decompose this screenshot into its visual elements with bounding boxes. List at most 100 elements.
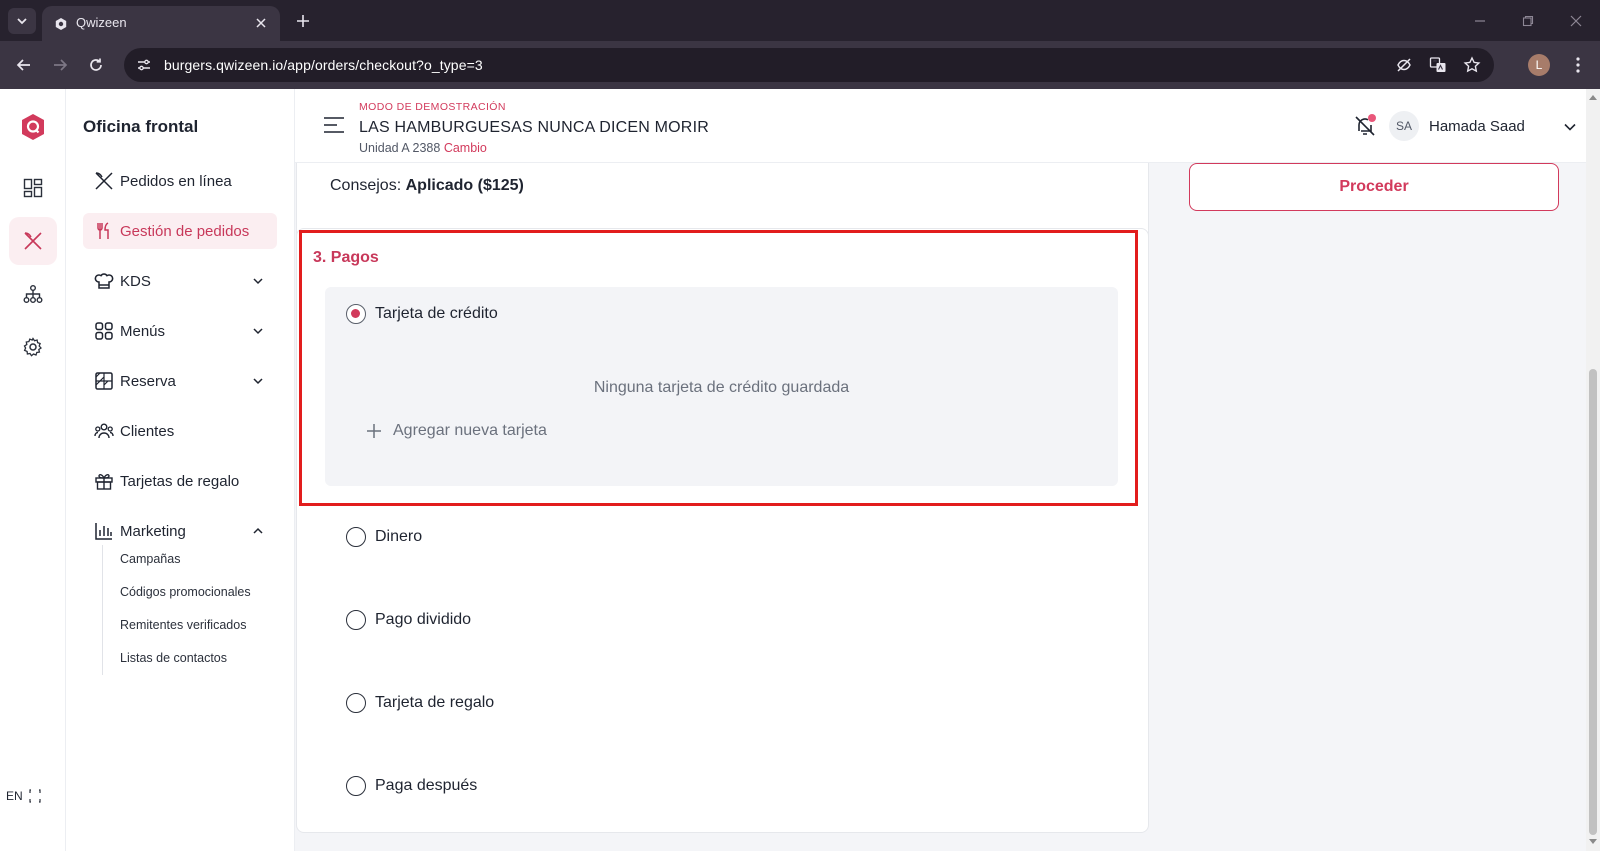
sidebar-item-label: Tarjetas de regalo	[120, 472, 240, 490]
chart-icon	[93, 520, 115, 542]
sidebar-item-order-management[interactable]: Gestión de pedidos	[83, 213, 277, 249]
back-button[interactable]	[12, 53, 36, 77]
chevron-down-icon	[253, 328, 263, 335]
settings-icon	[23, 337, 42, 357]
restore-icon	[1522, 15, 1534, 26]
chevron-up-icon	[253, 527, 263, 534]
notification-badge	[1368, 114, 1376, 122]
payments-highlight-box	[299, 230, 1138, 506]
rail-settings[interactable]	[9, 323, 57, 371]
change-store-link[interactable]: Cambio	[444, 141, 487, 155]
sidebar-subitem-contact-lists[interactable]: Listas de contactos	[120, 651, 227, 665]
grid-icon	[93, 320, 115, 342]
chef-hat-icon	[93, 270, 115, 292]
radio-label-split-payment[interactable]: Pago dividido	[375, 611, 471, 629]
radio-gift-card[interactable]	[346, 693, 366, 713]
page-scrollbar[interactable]	[1586, 89, 1600, 851]
user-name[interactable]: Hamada Saad	[1429, 118, 1525, 135]
sidebar-item-gift-cards[interactable]: Tarjetas de regalo	[83, 463, 277, 499]
language-switcher[interactable]: EN	[6, 789, 41, 803]
radio-split-payment[interactable]	[346, 610, 366, 630]
eye-slash-icon	[1397, 58, 1411, 72]
url-text[interactable]: burgers.qwizeen.io/app/orders/checkout?o…	[164, 57, 483, 73]
utensils-cross-icon	[93, 170, 115, 192]
sidebar-item-label: Reserva	[120, 372, 176, 390]
scroll-down-arrow-icon[interactable]	[1589, 839, 1597, 844]
window-controls	[1456, 0, 1600, 41]
translate-icon	[1429, 57, 1446, 72]
sidebar-item-reservations[interactable]: Reserva	[83, 363, 277, 399]
site-settings-icon[interactable]	[136, 57, 152, 73]
store-name: LAS HAMBURGUESAS NUNCA DICEN MORIR	[359, 119, 709, 136]
sidebar-subitem-verified-senders[interactable]: Remitentes verificados	[120, 618, 246, 632]
chevron-down-icon[interactable]	[1563, 120, 1577, 134]
tab-search-button[interactable]	[8, 8, 36, 34]
sidebar-subitem-promo-codes[interactable]: Códigos promocionales	[120, 585, 251, 599]
tracking-protection-button[interactable]	[1394, 55, 1414, 75]
tab-close-button[interactable]	[252, 14, 270, 32]
minimize-icon	[1475, 19, 1485, 22]
bookmark-button[interactable]	[1462, 55, 1482, 75]
address-bar[interactable]: burgers.qwizeen.io/app/orders/checkout?o…	[124, 48, 1494, 82]
browser-tab[interactable]: Qwizeen	[42, 6, 280, 41]
rail-network[interactable]	[9, 270, 57, 318]
radio-pay-later[interactable]	[346, 776, 366, 796]
store-unit: Unidad A 2388 Cambio	[359, 141, 487, 155]
reload-button[interactable]	[84, 53, 108, 77]
qwizeen-favicon-icon	[55, 18, 67, 30]
sidebar-item-label: Clientes	[120, 422, 175, 440]
order-summary-panel	[1164, 163, 1586, 851]
minimize-button[interactable]	[1456, 0, 1504, 41]
radio-label-cash[interactable]: Dinero	[375, 528, 422, 546]
tips-value: Aplicado ($125)	[405, 177, 524, 194]
submenu-divider	[102, 545, 103, 675]
scroll-thumb[interactable]	[1589, 369, 1597, 835]
demo-mode-label: MODO DE DEMOSTRACIÓN	[359, 101, 506, 113]
sidebar-item-menus[interactable]: Menús	[83, 313, 277, 349]
user-avatar[interactable]: SA	[1389, 111, 1419, 141]
close-window-button[interactable]	[1552, 0, 1600, 41]
address-bar-actions	[1394, 55, 1482, 75]
sidebar-item-label: Menús	[120, 322, 166, 340]
tips-label: Consejos:	[330, 177, 402, 194]
tab-title: Qwizeen	[76, 15, 127, 30]
rail-dashboard[interactable]	[9, 164, 57, 212]
arrow-right-icon	[54, 59, 68, 71]
chevron-down-icon	[17, 18, 27, 25]
sidebar: Oficina frontal Pedidos en línea Gestión…	[66, 89, 295, 851]
radio-label-gift-card[interactable]: Tarjeta de regalo	[375, 694, 494, 712]
icon-rail: EN	[0, 89, 66, 851]
sidebar-item-marketing[interactable]: Marketing	[83, 513, 277, 549]
orders-icon	[24, 232, 42, 250]
hamburger-menu-icon[interactable]	[323, 116, 345, 134]
browser-toolbar: burgers.qwizeen.io/app/orders/checkout?o…	[0, 41, 1600, 89]
browser-menu-button[interactable]	[1568, 53, 1588, 77]
arrow-left-icon	[16, 59, 30, 71]
browser-tab-bar: Qwizeen	[0, 0, 1600, 41]
sidebar-item-clients[interactable]: Clientes	[83, 413, 277, 449]
radio-label-pay-later[interactable]: Paga después	[375, 777, 477, 795]
restore-button[interactable]	[1504, 0, 1552, 41]
profile-avatar[interactable]: L	[1528, 54, 1550, 76]
forward-button[interactable]	[48, 53, 72, 77]
radio-cash[interactable]	[346, 527, 366, 547]
users-icon	[93, 420, 115, 442]
rail-orders[interactable]	[9, 217, 57, 265]
kebab-menu-icon	[1576, 57, 1580, 73]
plus-icon	[297, 15, 309, 27]
fork-knife-icon	[93, 220, 115, 242]
sidebar-item-label: Pedidos en línea	[120, 172, 232, 190]
qwizeen-logo-icon[interactable]	[20, 113, 46, 141]
close-icon	[1570, 15, 1582, 26]
new-tab-button[interactable]	[292, 10, 314, 32]
scroll-up-arrow-icon[interactable]	[1589, 95, 1597, 100]
network-icon	[23, 285, 43, 303]
sidebar-item-kds[interactable]: KDS	[83, 263, 277, 299]
language-label: EN	[6, 789, 23, 803]
dashboard-icon	[23, 178, 43, 198]
sidebar-item-label: Gestión de pedidos	[120, 222, 250, 240]
sidebar-subitem-campaigns[interactable]: Campañas	[120, 552, 180, 566]
translate-button[interactable]	[1428, 55, 1448, 75]
sidebar-item-online-orders[interactable]: Pedidos en línea	[83, 163, 277, 199]
proceed-button[interactable]: Proceder	[1189, 163, 1559, 211]
